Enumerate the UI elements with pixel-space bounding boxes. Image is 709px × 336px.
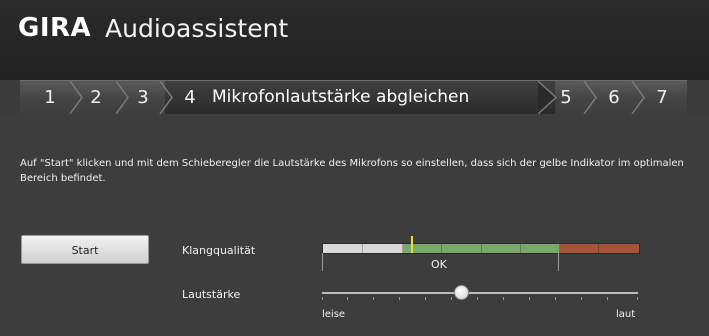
step-5-label: 5 bbox=[560, 87, 572, 108]
active-step-title: Mikrofonlautstärke abgleichen bbox=[212, 87, 470, 107]
step-separator-icon bbox=[583, 81, 597, 114]
meter-zone-optimal bbox=[403, 244, 442, 253]
app-header: GIRA Audioassistent bbox=[0, 0, 709, 80]
step-7[interactable]: 7 bbox=[652, 81, 672, 114]
step-5[interactable]: 5 bbox=[556, 81, 576, 114]
step-2[interactable]: 2 bbox=[86, 81, 106, 114]
quality-status: OK bbox=[431, 258, 447, 271]
meter-zone-optimal bbox=[442, 244, 482, 253]
volume-min-label: leise bbox=[322, 309, 346, 320]
step-6[interactable]: 6 bbox=[604, 81, 624, 114]
quality-indicator bbox=[411, 236, 413, 253]
slider-tick bbox=[347, 297, 348, 300]
step-separator-icon bbox=[69, 81, 83, 114]
volume-label: Lautstärke bbox=[182, 288, 241, 301]
brand-logo: GIRA bbox=[18, 13, 92, 43]
step-3[interactable]: 3 bbox=[133, 81, 153, 114]
step-separator-icon bbox=[159, 81, 173, 114]
meter-zone-optimal bbox=[521, 244, 560, 253]
slider-tick bbox=[529, 297, 530, 300]
optimal-range-end-mark bbox=[558, 253, 559, 271]
slider-tick bbox=[322, 297, 323, 300]
step-3-label: 3 bbox=[137, 87, 149, 108]
volume-slider-thumb[interactable] bbox=[453, 285, 469, 300]
step-2-label: 2 bbox=[90, 87, 102, 108]
slider-tick bbox=[425, 297, 426, 300]
meter-zone-high bbox=[599, 244, 639, 253]
slider-tick bbox=[607, 297, 608, 300]
start-button[interactable]: Start bbox=[21, 235, 149, 264]
step-7-label: 7 bbox=[656, 87, 668, 108]
step-separator-icon bbox=[115, 81, 129, 114]
step-4-active[interactable]: 4 bbox=[178, 81, 202, 114]
slider-tick bbox=[637, 297, 638, 300]
content-panel bbox=[0, 114, 709, 336]
slider-tick bbox=[399, 297, 400, 300]
step-1-label: 1 bbox=[44, 87, 56, 108]
step-1[interactable]: 1 bbox=[40, 81, 60, 114]
meter-zone-low bbox=[363, 244, 403, 253]
step-separator-icon bbox=[631, 81, 645, 114]
volume-max-label: laut bbox=[616, 309, 636, 320]
app-title: Audioassistent bbox=[105, 14, 289, 43]
slider-tick bbox=[477, 297, 478, 300]
optimal-range-start-mark bbox=[322, 253, 323, 271]
slider-tick bbox=[555, 297, 556, 300]
meter-zone-low bbox=[323, 244, 363, 253]
step-navigation: 1 2 3 4 Mikrofonlautstärke abgleichen 5 … bbox=[20, 80, 687, 115]
step-4-label: 4 bbox=[184, 87, 196, 108]
step-6-label: 6 bbox=[608, 87, 620, 108]
meter-zone-high bbox=[560, 244, 599, 253]
slider-tick bbox=[451, 297, 452, 300]
instruction-text: Auf "Start" klicken und mit dem Schieber… bbox=[20, 158, 684, 184]
volume-slider-track[interactable] bbox=[322, 292, 638, 294]
slider-tick bbox=[581, 297, 582, 300]
quality-meter bbox=[322, 243, 640, 254]
meter-zone-optimal bbox=[482, 244, 521, 253]
slider-tick bbox=[373, 297, 374, 300]
quality-label: Klangqualität bbox=[182, 244, 256, 257]
slider-tick bbox=[503, 297, 504, 300]
